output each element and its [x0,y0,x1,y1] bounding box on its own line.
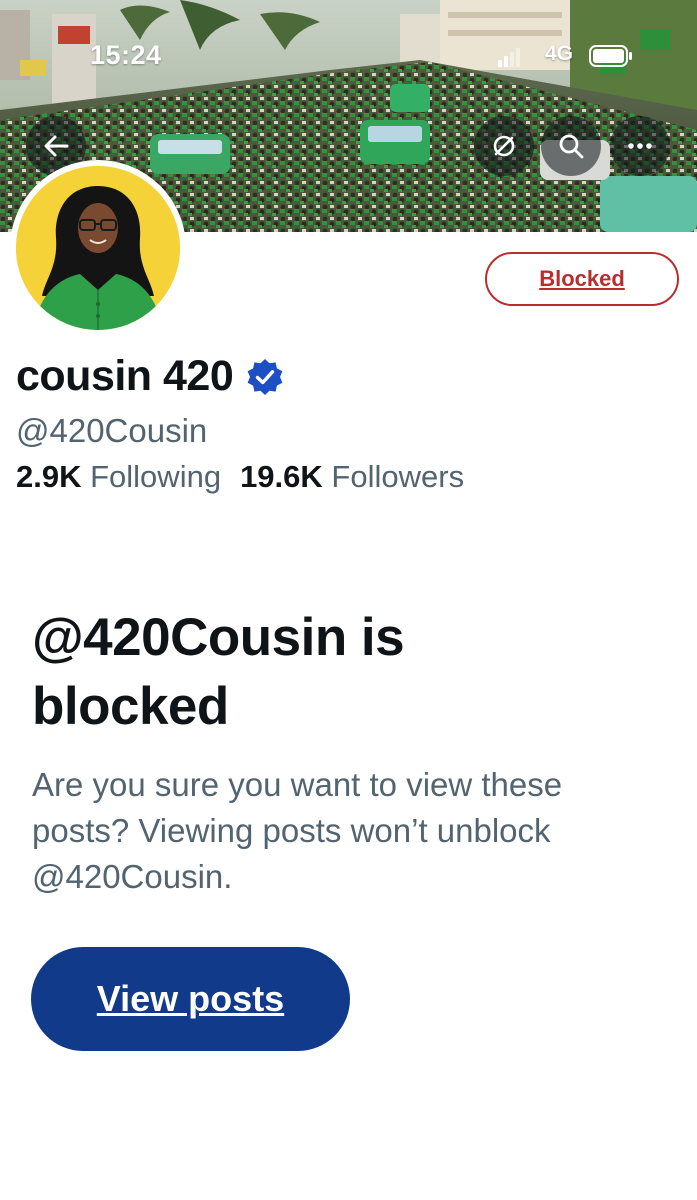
status-time: 15:24 [90,40,162,70]
more-options-button[interactable] [610,116,670,176]
search-button[interactable] [541,116,601,176]
verified-badge-icon[interactable] [245,357,285,397]
battery-icon [589,45,632,67]
blocked-notice-description: Are you sure you want to view these post… [32,766,563,895]
search-icon [559,134,584,159]
profile-name-row: cousin 420 [16,352,285,401]
view-posts-button[interactable]: View posts [31,947,350,1051]
more-horizontal-icon [628,143,652,149]
refresh-button[interactable] [474,116,534,176]
followers-stat[interactable]: 19.6K Followers [240,459,464,494]
followers-label: Followers [331,459,465,494]
avatar-photo [16,166,180,330]
cellular-signal-icon [498,48,520,67]
refresh-icon [493,135,515,157]
blocked-notice-title: @420Cousin is blocked [32,608,405,736]
network-type: 4G [545,42,574,65]
profile-handle: @420Cousin [16,412,208,449]
following-label: Following [90,459,222,494]
profile-stats: 2.9K Following 19.6K Followers [16,459,464,495]
blocked-button[interactable]: Blocked [485,252,679,306]
followers-count: 19.6K [240,459,323,494]
arrow-left-icon [44,135,69,157]
following-count: 2.9K [16,459,82,494]
profile-avatar[interactable] [10,160,186,336]
following-stat[interactable]: 2.9K Following [16,459,221,494]
display-name: cousin 420 [16,352,234,400]
